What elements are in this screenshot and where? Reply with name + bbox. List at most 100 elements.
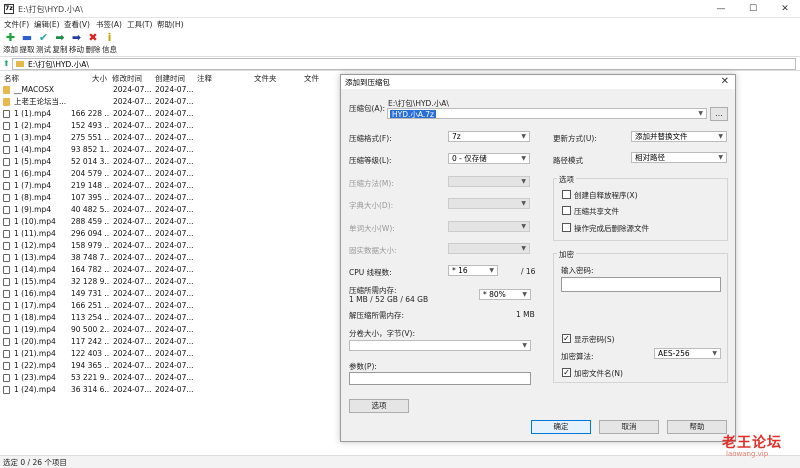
file-row[interactable]: 1 (8).mp4 107 395 ... 2024-07... 2024-07... xyxy=(0,192,340,204)
col-modified[interactable]: 修改时间 xyxy=(112,73,142,84)
file-icon xyxy=(3,194,10,202)
menu-tools[interactable]: 工具(T) xyxy=(127,19,152,30)
file-row[interactable]: 1 (7).mp4 219 148 ... 2024-07... 2024-07... xyxy=(0,180,340,192)
folder-icon xyxy=(3,86,10,94)
file-created: 2024-07... xyxy=(155,349,194,358)
path-select[interactable]: 相对路径 ▼ xyxy=(631,152,727,163)
file-size: 194 365 ... xyxy=(71,361,109,370)
toolbar: ✚ 添加 ▬ 提取 ✔ 测试 ➡ 复制 ➡ 移动 ✖ 删除 i 信息 xyxy=(0,31,800,57)
chevron-down-icon: ▼ xyxy=(698,110,703,117)
browse-button[interactable]: ... xyxy=(710,107,728,121)
format-select[interactable]: 7z ▼ xyxy=(448,131,530,142)
file-size: 152 493 ... xyxy=(71,121,109,130)
file-row[interactable]: 1 (11).mp4 296 094 ... 2024-07... 2024-07..… xyxy=(0,228,340,240)
file-row[interactable]: 1 (18).mp4 113 254 ... 2024-07... 2024-07..… xyxy=(0,312,340,324)
archive-label: 压缩包(A): xyxy=(349,104,386,113)
file-size: 93 852 1... xyxy=(71,145,109,154)
minimize-button[interactable]: — xyxy=(706,0,736,18)
file-created: 2024-07... xyxy=(155,181,194,190)
file-row[interactable]: 1 (4).mp4 93 852 1... 2024-07... 2024-07... xyxy=(0,144,340,156)
update-select[interactable]: 添加并替换文件 ▼ xyxy=(631,131,727,142)
file-row[interactable]: 1 (2).mp4 152 493 ... 2024-07... 2024-07... xyxy=(0,120,340,132)
level-select[interactable]: 0 - 仅存储 ▼ xyxy=(448,153,530,164)
file-row[interactable]: 1 (19).mp4 90 500 2... 2024-07... 2024-07..… xyxy=(0,324,340,336)
file-row[interactable]: 1 (6).mp4 204 579 ... 2024-07... 2024-07... xyxy=(0,168,340,180)
encryption-group-label: 加密 xyxy=(557,249,576,260)
format-label: 压缩格式(F): xyxy=(349,134,392,143)
sfx-checkbox[interactable] xyxy=(562,190,571,199)
ok-button[interactable]: 确定 xyxy=(531,420,591,434)
file-modified: 2024-07... xyxy=(113,373,152,382)
archive-name-combo[interactable]: HYD.小A.7z ▼ xyxy=(387,108,707,119)
shared-label: 压缩共享文件 xyxy=(574,207,619,216)
mem-pct-select[interactable]: * 80% ▼ xyxy=(479,289,531,300)
file-row[interactable]: 1 (5).mp4 52 014 3... 2024-07... 2024-07... xyxy=(0,156,340,168)
file-row[interactable]: 1 (14).mp4 164 782 ... 2024-07... 2024-07..… xyxy=(0,264,340,276)
up-folder-icon[interactable]: ⬆ xyxy=(3,59,10,68)
col-files[interactable]: 文件 xyxy=(304,73,319,84)
file-icon xyxy=(3,266,10,274)
file-row[interactable]: 1 (24).mp4 36 314 6... 2024-07... 2024-07..… xyxy=(0,384,340,396)
title-bar: 7z E:\打包\HYD.小A\ — ☐ ✕ xyxy=(0,0,800,18)
options-group-label: 选项 xyxy=(557,174,576,185)
file-row[interactable]: 1 (15).mp4 32 128 9... 2024-07... 2024-07..… xyxy=(0,276,340,288)
shared-checkbox[interactable] xyxy=(562,206,571,215)
menu-view[interactable]: 查看(V) xyxy=(64,19,90,30)
file-row[interactable]: 1 (17).mp4 166 251 ... 2024-07... 2024-07..… xyxy=(0,300,340,312)
show-password-checkbox[interactable]: ✓ xyxy=(562,334,571,343)
col-size[interactable]: 大小 xyxy=(92,73,107,84)
file-row[interactable]: 1 (23).mp4 53 221 9... 2024-07... 2024-07..… xyxy=(0,372,340,384)
threads-select[interactable]: * 16 ▼ xyxy=(448,265,498,276)
menu-file[interactable]: 文件(F) xyxy=(4,19,29,30)
menu-bookmarks[interactable]: 书签(A) xyxy=(96,19,122,30)
enc-method-select[interactable]: AES-256 ▼ xyxy=(654,348,721,359)
threads-max: / 16 xyxy=(521,267,536,276)
file-row[interactable]: 上老王论坛当... 2024-07... 2024-07... xyxy=(0,96,340,108)
file-row[interactable]: 1 (12).mp4 158 979 ... 2024-07... 2024-07..… xyxy=(0,240,340,252)
file-row[interactable]: 1 (13).mp4 38 748 7... 2024-07... 2024-07..… xyxy=(0,252,340,264)
maximize-button[interactable]: ☐ xyxy=(738,0,768,18)
dialog-close-button[interactable]: ✕ xyxy=(721,75,729,89)
update-value: 添加并替换文件 xyxy=(635,132,688,141)
close-button[interactable]: ✕ xyxy=(770,0,800,18)
file-list: __MACOSX 2024-07... 2024-07... 上老王论坛当... 202… xyxy=(0,84,340,456)
file-row[interactable]: 1 (3).mp4 275 551 ... 2024-07... 2024-07... xyxy=(0,132,340,144)
toolbar-info-button[interactable]: i 信息 xyxy=(99,31,120,57)
help-button[interactable]: 帮助 xyxy=(667,420,727,434)
file-row[interactable]: 1 (16).mp4 149 731 ... 2024-07... 2024-07..… xyxy=(0,288,340,300)
col-comment[interactable]: 注释 xyxy=(197,73,212,84)
encrypt-names-label: 加密文件名(N) xyxy=(574,369,623,378)
address-input[interactable]: E:\打包\HYD.小A\ xyxy=(12,58,796,70)
col-name[interactable]: 名称 xyxy=(4,73,19,84)
file-size: 204 579 ... xyxy=(71,169,109,178)
file-row[interactable]: __MACOSX 2024-07... 2024-07... xyxy=(0,84,340,96)
menu-help[interactable]: 帮助(H) xyxy=(157,19,184,30)
file-created: 2024-07... xyxy=(155,289,194,298)
file-created: 2024-07... xyxy=(155,217,194,226)
info-icon: i xyxy=(107,31,112,44)
col-created[interactable]: 创建时间 xyxy=(155,73,185,84)
file-size: 166 251 ... xyxy=(71,301,109,310)
split-select[interactable]: ▼ xyxy=(349,340,531,351)
chevron-down-icon: ▼ xyxy=(521,133,526,140)
chevron-down-icon: ▼ xyxy=(521,245,526,252)
file-row[interactable]: 1 (9).mp4 40 482 5... 2024-07... 2024-07... xyxy=(0,204,340,216)
menu-edit[interactable]: 编辑(E) xyxy=(34,19,60,30)
threads-label: CPU 线程数: xyxy=(349,268,392,277)
solid-select: ▼ xyxy=(448,243,530,254)
encrypt-names-checkbox[interactable]: ✓ xyxy=(562,368,571,377)
file-row[interactable]: 1 (21).mp4 122 403 ... 2024-07... 2024-07..… xyxy=(0,348,340,360)
file-row[interactable]: 1 (10).mp4 288 459 ... 2024-07... 2024-07..… xyxy=(0,216,340,228)
file-row[interactable]: 1 (20).mp4 117 242 ... 2024-07... 2024-07..… xyxy=(0,336,340,348)
file-size: 158 979 ... xyxy=(71,241,109,250)
file-row[interactable]: 1 (22).mp4 194 365 ... 2024-07... 2024-07..… xyxy=(0,360,340,372)
options-button[interactable]: 选项 xyxy=(349,399,409,413)
params-input[interactable] xyxy=(349,372,531,385)
file-created: 2024-07... xyxy=(155,241,194,250)
cancel-button[interactable]: 取消 xyxy=(599,420,659,434)
password-input[interactable] xyxy=(561,277,721,292)
file-row[interactable]: 1 (1).mp4 166 228 ... 2024-07... 2024-07... xyxy=(0,108,340,120)
delete-source-checkbox[interactable] xyxy=(562,223,571,232)
col-folders[interactable]: 文件夹 xyxy=(254,73,277,84)
file-size: 296 094 ... xyxy=(71,229,109,238)
